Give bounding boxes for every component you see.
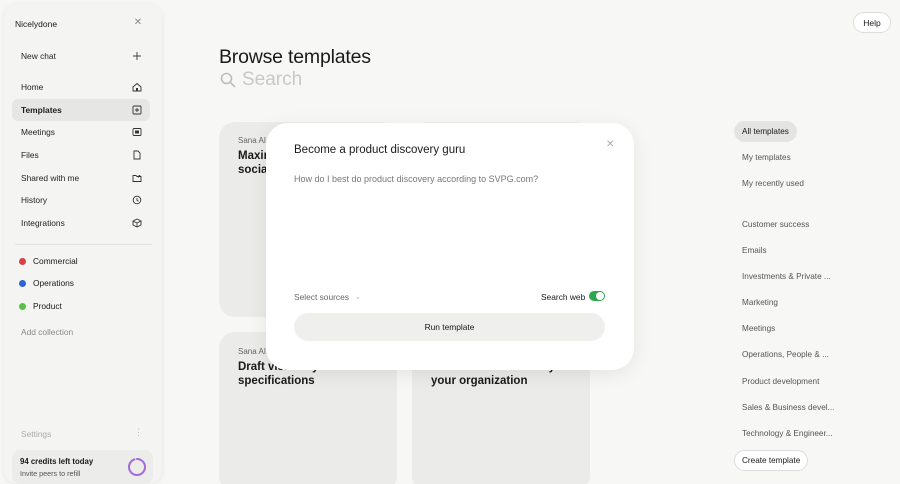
category-recently-used[interactable]: My recently used	[734, 173, 812, 194]
close-icon[interactable]: ✕	[132, 17, 144, 28]
create-template-button[interactable]: Create template	[734, 450, 809, 471]
chevron-down-icon: ⌄	[354, 294, 361, 301]
card-title-line: your organization	[431, 375, 528, 387]
integrations-icon	[132, 218, 142, 228]
category-technology[interactable]: Technology & Engineer...	[734, 423, 841, 444]
collection-label: Operations	[33, 278, 74, 288]
settings-button[interactable]: Settings	[21, 429, 51, 439]
collection-label: Commercial	[33, 256, 78, 266]
history-icon	[132, 195, 142, 205]
plus-icon	[133, 52, 141, 60]
credits-title: 94 credits left today	[20, 457, 94, 466]
collection-operations[interactable]: Operations	[19, 278, 74, 288]
search-web-label: Search web	[541, 292, 586, 302]
close-icon[interactable]: ✕	[606, 139, 614, 150]
category-my-templates[interactable]: My templates	[734, 147, 799, 168]
category-sales[interactable]: Sales & Business devel...	[734, 397, 842, 418]
select-sources-label: Select sources	[294, 292, 349, 302]
sidebar-item-label: Meetings	[21, 127, 55, 137]
new-chat-label: New chat	[21, 51, 56, 61]
add-collection-button[interactable]: Add collection	[21, 327, 73, 337]
card-author: Sana AI	[238, 347, 267, 356]
card-author: Sana AI	[238, 136, 267, 145]
sidebar-item-label: History	[21, 195, 48, 205]
sidebar-item-label: Home	[21, 82, 44, 92]
category-emails[interactable]: Emails	[734, 240, 775, 261]
category-customer-success[interactable]: Customer success	[734, 214, 817, 235]
modal-title: Become a product discovery guru	[294, 144, 466, 156]
search-bar[interactable]	[220, 69, 462, 91]
sidebar-item-label: Integrations	[21, 218, 65, 228]
credits-panel[interactable]: 94 credits left today Invite peers to re…	[12, 450, 153, 484]
workspace-name[interactable]: Nicelydone	[15, 19, 57, 29]
toggle-knob	[596, 292, 604, 300]
sidebar-item-templates[interactable]: Templates	[12, 99, 150, 121]
sidebar-item-shared[interactable]: Shared with me	[12, 167, 150, 189]
sidebar-item-integrations[interactable]: Integrations	[12, 212, 150, 234]
credits-progress-ring	[128, 458, 146, 476]
search-input[interactable]	[242, 69, 462, 91]
sidebar-item-files[interactable]: Files	[12, 144, 150, 166]
category-investments[interactable]: Investments & Private ...	[734, 266, 839, 287]
credits-subtitle: Invite peers to refill	[20, 469, 81, 478]
run-template-button[interactable]: Run template	[294, 313, 605, 341]
collection-commercial[interactable]: Commercial	[19, 256, 78, 266]
new-chat-button[interactable]: New chat	[12, 45, 150, 67]
collection-color-dot	[19, 279, 26, 287]
category-meetings[interactable]: Meetings	[734, 318, 783, 339]
collection-product[interactable]: Product	[19, 301, 62, 311]
meetings-icon	[132, 128, 142, 136]
home-icon	[132, 82, 142, 92]
sidebar-item-label: Shared with me	[21, 173, 80, 183]
category-all-templates[interactable]: All templates	[734, 121, 797, 142]
category-product-development[interactable]: Product development	[734, 371, 827, 392]
card-title-line: specifications	[238, 375, 315, 387]
templates-icon	[132, 105, 142, 115]
category-marketing[interactable]: Marketing	[734, 292, 786, 313]
collection-color-dot	[19, 302, 26, 310]
sidebar-divider	[15, 244, 152, 245]
shared-folder-icon	[132, 175, 142, 182]
search-web-toggle[interactable]	[589, 291, 605, 301]
help-button[interactable]: Help	[853, 12, 891, 33]
category-operations[interactable]: Operations, People & ...	[734, 344, 837, 365]
sidebar: Nicelydone ✕ New chat Home Templates Mee…	[4, 4, 162, 484]
file-icon	[133, 150, 141, 160]
select-sources-dropdown[interactable]: Select sources ⌄	[294, 292, 361, 302]
search-icon	[220, 72, 236, 88]
sidebar-item-label: Files	[21, 150, 39, 160]
sidebar-item-meetings[interactable]: Meetings	[12, 121, 150, 143]
collection-color-dot	[19, 257, 26, 265]
collection-label: Product	[33, 301, 62, 311]
page-title: Browse templates	[219, 46, 371, 68]
more-options-icon[interactable]: ⋮	[134, 427, 143, 438]
prompt-text[interactable]: How do I best do product discovery accor…	[294, 174, 538, 184]
sidebar-item-home[interactable]: Home	[12, 76, 150, 98]
sidebar-item-label: Templates	[21, 105, 62, 115]
sidebar-item-history[interactable]: History	[12, 189, 150, 211]
template-modal: Become a product discovery guru ✕ How do…	[266, 123, 634, 370]
